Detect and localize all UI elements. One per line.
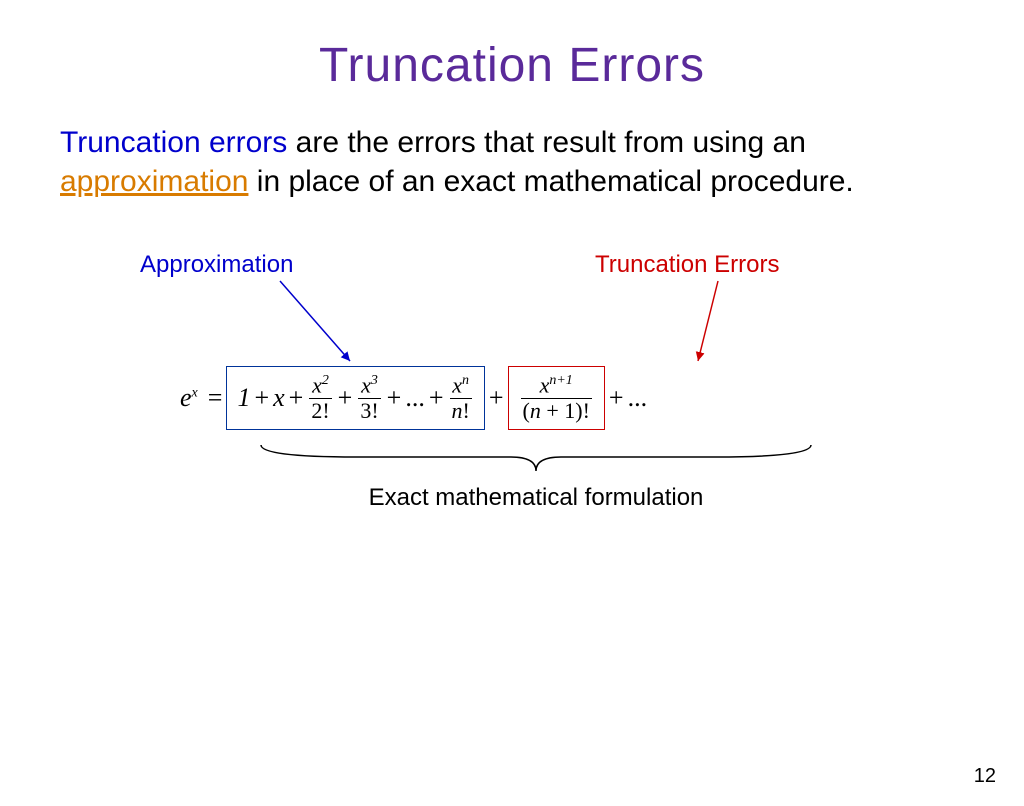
definition-paragraph: Truncation errors are the errors that re… xyxy=(60,123,964,201)
eq-e: e xyxy=(180,383,192,412)
eq-plus-2: + xyxy=(285,383,308,413)
page-number: 12 xyxy=(974,765,996,788)
term-approximation: approximation xyxy=(60,165,248,198)
eq-lhs: ex xyxy=(180,383,198,413)
eq-plus-1: + xyxy=(250,383,273,413)
eq-term-1: 1 xyxy=(237,383,250,413)
slide-title: Truncation Errors xyxy=(0,38,1024,93)
eq-dots-1: ... xyxy=(405,383,425,413)
eq-e-exp: x xyxy=(192,385,198,400)
eq-frac-remainder: xn+1 (n + 1)! xyxy=(521,373,592,423)
eq-term-x: x xyxy=(273,383,285,413)
eq-plus-7: + xyxy=(605,383,628,413)
equation-diagram: Approximation Truncation Errors ex = 1 +… xyxy=(0,251,1024,551)
brace-group: Exact mathematical formulation xyxy=(256,441,816,512)
eq-plus-3: + xyxy=(334,383,357,413)
eq-plus-4: + xyxy=(383,383,406,413)
eq-dots-2: ... xyxy=(628,383,648,413)
para-text-1: are the errors that result from using an xyxy=(287,126,806,159)
curly-brace-icon xyxy=(256,441,816,477)
label-truncation-errors: Truncation Errors xyxy=(595,251,780,279)
label-approximation: Approximation xyxy=(140,251,293,279)
eq-plus-6: + xyxy=(485,383,508,413)
eq-plus-5: + xyxy=(425,383,448,413)
arrow-truncation-icon xyxy=(688,281,748,371)
brace-caption: Exact mathematical formulation xyxy=(256,484,816,512)
arrow-approximation-icon xyxy=(270,281,370,371)
eq-frac-xn: xn n! xyxy=(450,373,472,423)
approximation-box: 1 + x + x2 2! + x3 3! + ... + xn n! xyxy=(226,366,484,430)
eq-frac-x3: x3 3! xyxy=(358,373,380,423)
para-text-2: in place of an exact mathematical proced… xyxy=(248,165,853,198)
eq-equals: = xyxy=(204,383,227,413)
eq-frac-x2: x2 2! xyxy=(309,373,331,423)
term-truncation-errors: Truncation errors xyxy=(60,126,287,159)
truncation-error-box: xn+1 (n + 1)! xyxy=(508,366,605,430)
taylor-series-equation: ex = 1 + x + x2 2! + x3 3! + ... + xn n! xyxy=(180,366,647,430)
